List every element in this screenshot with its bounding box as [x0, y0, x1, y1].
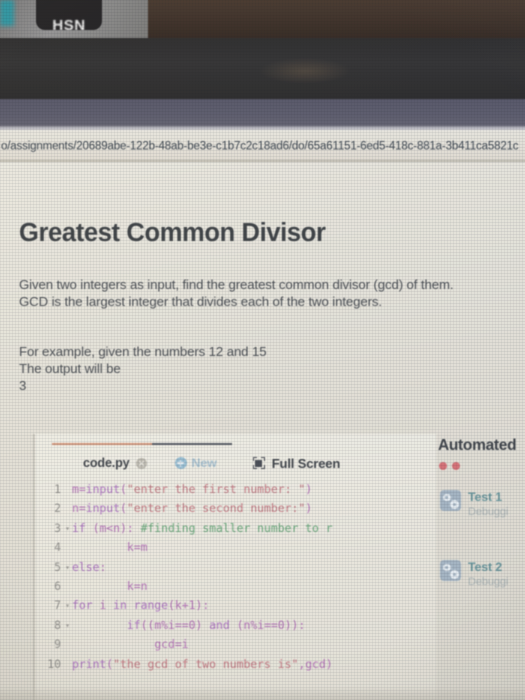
description-line-1: Given two integers as input, find the gr… — [19, 277, 454, 292]
fullscreen-icon — [252, 457, 265, 469]
description-line-2: GCD is the largest integer that divides … — [19, 294, 382, 309]
code-line-text: if((m%i==0) and (n%i==0)): — [126, 617, 306, 632]
line-number: 4 — [54, 540, 61, 555]
code-text-area[interactable]: 1 m=input("enter the first number: ") 2 n=i… — [33, 480, 436, 700]
example-line-2: The output will be — [19, 361, 121, 376]
line-number: 10 — [47, 656, 61, 671]
line-number: 8 — [54, 617, 61, 632]
bottom-shadow — [0, 686, 525, 700]
editor-toolbar: code.py New Full Screen — [33, 448, 436, 478]
tab-code-py-label: code.py — [83, 456, 130, 470]
code-line: 6 k=n — [33, 577, 436, 596]
code-line: 2 n=input("enter the second number:") — [33, 499, 436, 518]
fold-arrow-icon[interactable]: ▾ — [63, 616, 72, 635]
address-bar[interactable]: o/assignments/20689abe-122b-48ab-be3e-c1… — [0, 130, 525, 162]
code-line-text: m=input("enter the first number: ") — [72, 482, 313, 496]
test-item-1-name: Test 1 — [468, 490, 502, 504]
test-item-1[interactable]: Test 1 Debuggi — [440, 490, 508, 519]
code-line: 4 k=m — [33, 538, 436, 557]
address-bar-url: o/assignments/20689abe-122b-48ab-be3e-c1… — [1, 140, 519, 153]
status-dot — [439, 462, 447, 470]
wall-badge: HSN — [36, 0, 102, 30]
fold-arrow-icon[interactable]: ▾ — [63, 596, 72, 615]
code-line-text: k=n — [126, 578, 148, 593]
example-line-1: For example, given the numbers 12 and 15 — [19, 344, 267, 359]
new-file-label: New — [191, 456, 217, 470]
gears-icon — [440, 560, 461, 581]
test-item-2-sub: Debuggi — [468, 576, 509, 588]
full-screen-button[interactable]: Full Screen — [252, 455, 341, 471]
fold-arrow-icon[interactable]: ▾ — [63, 519, 72, 538]
code-line-text: else: — [72, 559, 107, 574]
code-line: 1 m=input("enter the first number: ") — [33, 480, 436, 499]
line-number: 7 — [54, 598, 61, 613]
test-item-1-sub: Debuggi — [468, 506, 509, 518]
automated-tests-title: Automated — [438, 437, 517, 454]
line-number: 1 — [54, 482, 61, 496]
page-title: Greatest Common Divisor — [19, 219, 326, 247]
tab-rail-orange — [52, 443, 152, 445]
status-dot — [452, 462, 460, 470]
line-number: 3 — [54, 520, 61, 535]
tab-rail-dark — [152, 443, 232, 445]
browser-chrome-strip — [0, 99, 525, 128]
fold-arrow-icon[interactable]: ▾ — [63, 558, 72, 577]
line-number: 6 — [54, 578, 61, 593]
code-line-text: k=m — [126, 540, 148, 555]
gears-icon — [440, 490, 461, 511]
photo-of-monitor: HSN o/assignments/20689abe-122b-48ab-be3… — [0, 0, 525, 700]
line-number: 9 — [54, 637, 61, 652]
line-number: 5 — [54, 559, 61, 574]
dark-panel — [148, 0, 525, 40]
automated-tests-panel: Automated Test 1 Debuggi Test 2 Debuggi — [436, 434, 525, 700]
code-editor: code.py New Full Screen 1 m=input("enter… — [33, 434, 436, 700]
bezel-glint — [260, 58, 350, 84]
code-line-text: n=input("enter the second number:") — [72, 501, 313, 516]
editor-left-border — [33, 434, 35, 700]
close-icon[interactable] — [135, 457, 147, 469]
new-file-button[interactable]: New — [174, 456, 217, 470]
assignment-page: Greatest Common Divisor Given two intege… — [0, 162, 525, 700]
code-line: 7 ▾ for i in range(k+1): — [33, 596, 436, 615]
code-line: 10 print("the gcd of two numbers is",gcd) — [33, 655, 436, 674]
tab-code-py[interactable]: code.py — [83, 456, 147, 470]
example-output: 3 — [19, 378, 27, 393]
test-item-2[interactable]: Test 2 Debuggi — [440, 560, 508, 589]
code-line: 8 ▾ if((m%i==0) and (n%i==0)): — [33, 616, 436, 635]
code-line: 9 gcd=i — [33, 635, 436, 654]
code-line-text: if (m<n): #finding smaller number to r — [72, 520, 333, 535]
status-dots — [439, 462, 460, 470]
code-line: 5 ▾ else: — [33, 558, 436, 577]
line-number: 2 — [54, 501, 61, 516]
test-item-2-name: Test 2 — [468, 560, 502, 574]
plus-circle-icon — [174, 457, 187, 469]
code-line: 3 ▾ if (m<n): #finding smaller number to r — [33, 519, 436, 538]
wall-badge-label: HSN — [52, 17, 86, 30]
full-screen-label: Full Screen — [271, 455, 341, 471]
code-line-text: print("the gcd of two numbers is",gcd) — [72, 656, 333, 671]
code-line-text: for i in range(k+1): — [72, 598, 210, 613]
teal-object — [0, 0, 14, 26]
code-line-text: gcd=i — [154, 637, 189, 652]
